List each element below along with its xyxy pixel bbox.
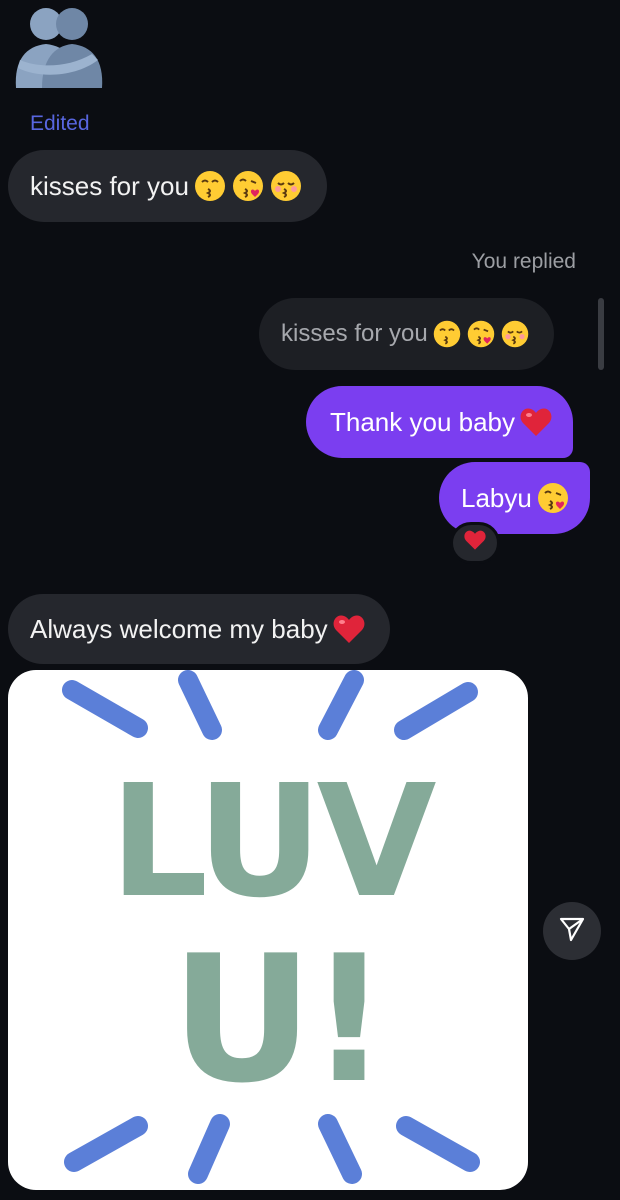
you-replied-label: You replied [471, 250, 576, 273]
edited-label: Edited [30, 112, 90, 135]
kissing-smiling-eyes-emoji-icon [269, 169, 303, 203]
kissing-smiling-eyes-emoji-icon [500, 319, 530, 349]
chat-screen: Edited kisses for you You replied kisses… [0, 0, 620, 1200]
paper-plane-icon [558, 915, 586, 948]
quoted-text: kisses for you [281, 320, 428, 347]
message-text: kisses for you [30, 171, 189, 201]
message-bubble-incoming[interactable]: Always welcome my baby [8, 594, 390, 664]
kiss-heart-emoji-icon [466, 319, 496, 349]
kissing-emoji-icon [432, 319, 462, 349]
people-hugging-icon[interactable] [8, 2, 108, 92]
sticker-line1: LUV [109, 751, 436, 932]
kissing-emoji-icon [193, 169, 227, 203]
red-heart-emoji-icon [519, 406, 553, 438]
kiss-heart-emoji-icon [536, 481, 570, 515]
share-button[interactable] [543, 902, 601, 960]
message-text: Always welcome my baby [30, 614, 328, 644]
quote-scroll-handle [598, 298, 604, 370]
heart-reaction-badge[interactable] [450, 522, 500, 564]
message-text: Labyu [461, 483, 532, 513]
luv-u-sticker[interactable]: LUV U! [8, 670, 528, 1190]
sticker-line2: U! [171, 919, 385, 1122]
quoted-reply-bubble[interactable]: kisses for you [259, 298, 554, 370]
red-heart-emoji-icon [332, 613, 366, 645]
message-bubble-incoming[interactable]: kisses for you [8, 150, 327, 222]
kiss-heart-emoji-icon [231, 169, 265, 203]
heart-reaction-icon [463, 529, 487, 557]
message-bubble-outgoing[interactable]: Thank you baby [306, 386, 574, 458]
message-text: Thank you baby [330, 407, 516, 437]
